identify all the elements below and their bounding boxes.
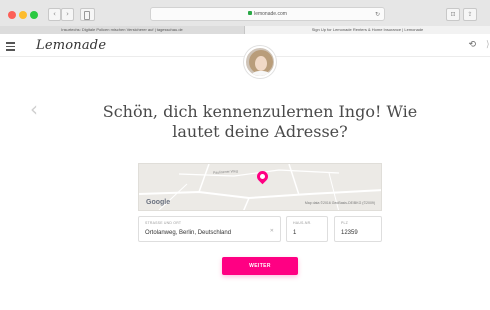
address-bar[interactable]: lemonade.com ↻ <box>150 7 385 21</box>
browser-window: ‹ › lemonade.com ↻ ⊡ ⇪ Insurtechs: Digit… <box>0 0 490 310</box>
street-field[interactable]: Straße und Ort Ortolanweg, Berlin, Deuts… <box>138 216 281 242</box>
hamburger-icon[interactable] <box>6 42 15 51</box>
url-text: lemonade.com <box>254 11 287 17</box>
continue-button[interactable]: WEITER <box>222 257 298 275</box>
lock-icon <box>248 11 253 15</box>
street-label: Straße und Ort <box>145 221 182 225</box>
street-value[interactable]: Ortolanweg, Berlin, Deutschland <box>145 230 231 236</box>
minimize-window-button[interactable] <box>19 11 27 19</box>
page-footer <box>0 295 490 310</box>
close-window-button[interactable] <box>8 11 16 19</box>
postal-code-field[interactable]: PLZ 12359 <box>334 216 382 242</box>
postal-code-value[interactable]: 12359 <box>341 230 358 236</box>
house-number-field[interactable]: Haus-Nr. 1 <box>286 216 328 242</box>
maximize-window-button[interactable] <box>30 11 38 19</box>
tab-bar: Insurtechs: Digitale Policen mischen Ver… <box>0 26 490 34</box>
back-button[interactable]: ‹ <box>48 8 61 21</box>
tab-tagesschau[interactable]: Insurtechs: Digitale Policen mischen Ver… <box>0 26 245 34</box>
assistant-avatar <box>244 46 276 78</box>
google-logo: Google <box>146 199 171 206</box>
reload-icon[interactable]: ↻ <box>375 8 380 21</box>
tab-lemonade[interactable]: Sign Up for Lemonade Renters & Home Insu… <box>245 26 490 34</box>
previous-step-icon[interactable]: ‹ <box>30 97 38 121</box>
house-number-value[interactable]: 1 <box>293 230 296 236</box>
page-content: Lemonade ⟲ ⟩ ‹ Schön, dich kennenzulerne… <box>0 35 490 310</box>
browser-toolbar: ‹ › lemonade.com ↻ ⊡ ⇪ Insurtechs: Digit… <box>0 0 490 34</box>
map-attribution: Map data ©2016 GeoBasis-DE/BKG (©2009) <box>304 201 375 205</box>
header-edge-icon: ⟩ <box>486 40 490 50</box>
page-title: Schön, dich kennenzulernen Ingo! Wie lau… <box>102 102 418 141</box>
postal-code-label: PLZ <box>341 221 349 225</box>
sidebar-toggle-icon[interactable] <box>80 8 95 21</box>
forward-button[interactable]: › <box>61 8 74 21</box>
house-number-label: Haus-Nr. <box>293 221 312 225</box>
share-icon[interactable]: ⇪ <box>463 8 477 21</box>
clear-icon[interactable]: ✕ <box>270 228 274 234</box>
lemonade-logo[interactable]: Lemonade <box>36 38 106 53</box>
reader-icon[interactable]: ⊡ <box>446 8 460 21</box>
address-map[interactable]: Paulinener Weg Google Map data ©2016 Geo… <box>138 163 382 211</box>
undo-icon[interactable]: ⟲ <box>468 40 476 50</box>
